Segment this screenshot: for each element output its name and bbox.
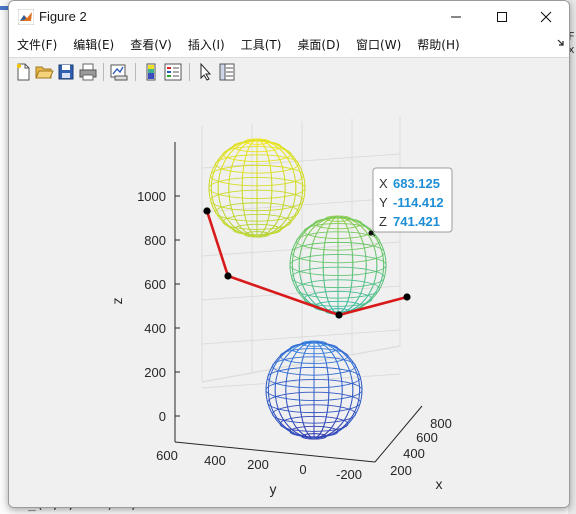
- matlab-icon: [18, 9, 34, 25]
- datatip-x-label: X: [379, 176, 388, 191]
- datatip-y-value: -114.412: [393, 195, 444, 210]
- minimize-button[interactable]: [433, 1, 479, 33]
- y-tick-label: 200: [247, 457, 269, 472]
- x-tick-label: 400: [403, 446, 425, 461]
- window-title: Figure 2: [39, 9, 87, 24]
- x-tick-label: 800: [430, 416, 452, 431]
- menu-tools[interactable]: 工具(T): [233, 33, 290, 57]
- menu-overflow-chevron-icon[interactable]: [557, 39, 565, 47]
- x-tick-label: 200: [390, 463, 412, 478]
- trajectory-point[interactable]: [335, 311, 343, 319]
- z-tick-label: 0: [159, 409, 166, 424]
- menu-file[interactable]: 文件(F): [9, 33, 65, 57]
- new-figure-icon[interactable]: [13, 62, 33, 82]
- 3d-axes[interactable]: 02004006008001000600 400 200 0 -200 200400600…: [9, 86, 569, 507]
- y-tick-label: 400: [204, 453, 226, 468]
- print-icon[interactable]: [78, 62, 98, 82]
- maximize-button[interactable]: [479, 1, 525, 33]
- figure-toolbar: [9, 57, 569, 87]
- minimize-icon: [451, 16, 461, 18]
- menu-bar: 文件(F) 编辑(E) 查看(V) 插入(I) 工具(T) 桌面(D) 窗口(W…: [9, 33, 569, 57]
- menu-window[interactable]: 窗口(W): [348, 33, 409, 57]
- z-tick-label: 400: [144, 321, 166, 336]
- toolbar-separator: [103, 63, 104, 81]
- background-editor-accent: [0, 6, 8, 10]
- z-tick-label: 800: [144, 233, 166, 248]
- legend-icon[interactable]: [163, 62, 183, 82]
- property-inspector-icon[interactable]: [217, 62, 237, 82]
- colorbar-icon[interactable]: [141, 62, 161, 82]
- close-button[interactable]: [523, 1, 569, 33]
- sphere-surface: [265, 340, 363, 440]
- z-axis-label: z: [109, 298, 125, 305]
- datatip-z-label: Z: [379, 214, 387, 229]
- trajectory-point[interactable]: [203, 207, 211, 215]
- trajectory-point[interactable]: [403, 293, 411, 301]
- open-file-icon[interactable]: [34, 62, 54, 82]
- x-tick-label: 600: [416, 430, 438, 445]
- datatip-x-value: 683.125: [393, 176, 440, 191]
- datatip-y-label: Y: [379, 195, 388, 210]
- y-tick-label: 600: [156, 448, 178, 463]
- z-tick-label: 1000: [137, 189, 166, 204]
- datatip[interactable]: X 683.125 Y -114.412 Z 741.421: [368, 167, 453, 237]
- close-icon: [540, 11, 552, 23]
- datatip-anchor: [368, 230, 374, 236]
- menu-desktop[interactable]: 桌面(D): [289, 33, 348, 57]
- z-tick-label: 200: [144, 365, 166, 380]
- menu-insert[interactable]: 插入(I): [180, 33, 233, 57]
- datatip-z-value: 741.421: [393, 214, 440, 229]
- y-tick-label: -200: [336, 467, 362, 482]
- z-tick-label: 600: [144, 277, 166, 292]
- trajectory-point[interactable]: [224, 272, 232, 280]
- x-axis-label: x: [436, 476, 443, 492]
- link-plot-icon[interactable]: [109, 62, 129, 82]
- menu-help[interactable]: 帮助(H): [409, 33, 467, 57]
- toolbar-separator: [189, 63, 190, 81]
- menu-view[interactable]: 查看(V): [122, 33, 180, 57]
- toolbar-separator: [135, 63, 136, 81]
- menu-edit[interactable]: 编辑(E): [65, 33, 122, 57]
- title-bar[interactable]: Figure 2: [9, 1, 569, 33]
- pointer-icon[interactable]: [196, 62, 216, 82]
- y-tick-label: 0: [299, 462, 306, 477]
- maximize-icon: [497, 12, 507, 22]
- figure-window: Figure 2 文件(F) 编辑(E) 查看(V) 插入(I) 工具(T) 桌…: [8, 0, 570, 508]
- save-icon[interactable]: [56, 62, 76, 82]
- y-axis-label: y: [270, 481, 277, 497]
- figure-canvas[interactable]: 0 200 400 600 800 1000 600 400 200 0 -200 200 400 600…: [9, 86, 569, 507]
